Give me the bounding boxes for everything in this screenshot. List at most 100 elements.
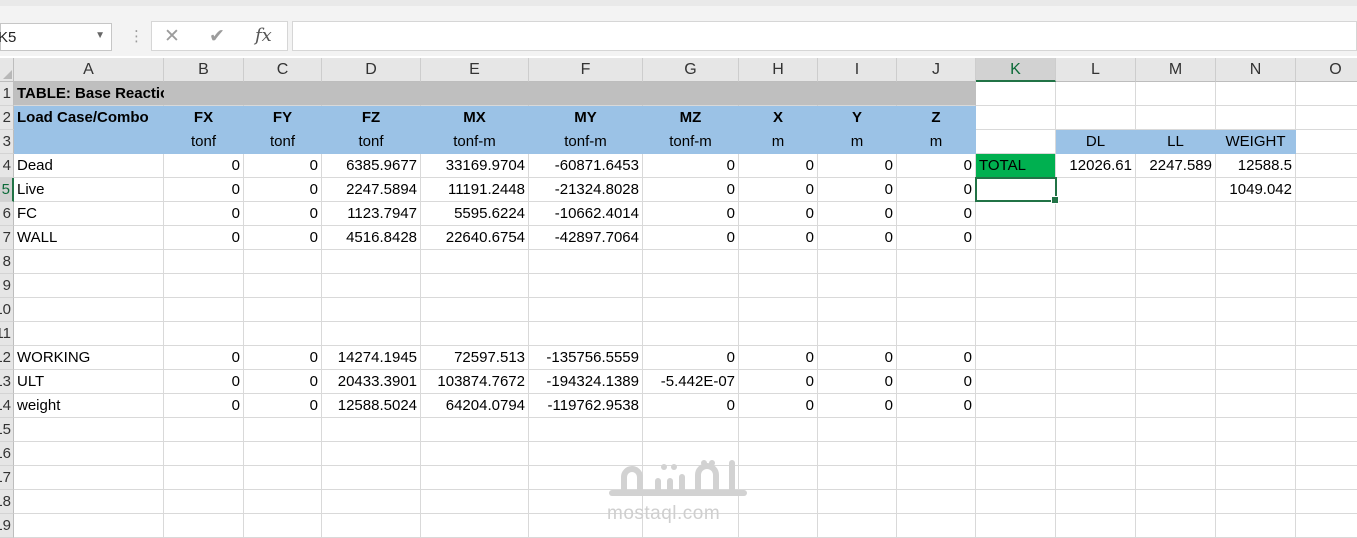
cell[interactable] bbox=[1056, 394, 1136, 418]
select-all-button[interactable] bbox=[0, 58, 14, 82]
cell[interactable] bbox=[1296, 274, 1357, 298]
cell[interactable] bbox=[1136, 514, 1216, 538]
value-cell[interactable]: 0 bbox=[643, 394, 739, 418]
value-cell[interactable]: 0 bbox=[164, 178, 244, 202]
value-cell[interactable]: -135756.5559 bbox=[529, 346, 643, 370]
value-cell[interactable]: 0 bbox=[818, 154, 897, 178]
unit-cell[interactable]: tonf bbox=[164, 130, 244, 154]
cell[interactable] bbox=[976, 82, 1056, 106]
column-header-cell[interactable]: FZ bbox=[322, 106, 421, 130]
cell[interactable] bbox=[164, 490, 244, 514]
value-cell[interactable]: 0 bbox=[244, 202, 322, 226]
row-label-cell[interactable]: Dead bbox=[14, 154, 164, 178]
cell[interactable] bbox=[1056, 466, 1136, 490]
row-header-19[interactable]: 19 bbox=[0, 514, 14, 538]
value-cell[interactable]: 0 bbox=[244, 394, 322, 418]
value-cell[interactable]: 0 bbox=[897, 154, 976, 178]
title-cell[interactable] bbox=[739, 82, 818, 106]
value-cell[interactable]: 0 bbox=[897, 178, 976, 202]
cell[interactable] bbox=[1216, 490, 1296, 514]
column-header-cell[interactable]: MZ bbox=[643, 106, 739, 130]
value-cell[interactable]: 0 bbox=[818, 370, 897, 394]
cell[interactable] bbox=[976, 130, 1056, 154]
cell[interactable] bbox=[322, 442, 421, 466]
unit-cell[interactable]: tonf-m bbox=[421, 130, 529, 154]
value-cell[interactable]: 1123.7947 bbox=[322, 202, 421, 226]
value-cell[interactable]: 0 bbox=[739, 370, 818, 394]
cell[interactable] bbox=[976, 250, 1056, 274]
value-cell[interactable]: 0 bbox=[643, 154, 739, 178]
column-header-cell[interactable]: FY bbox=[244, 106, 322, 130]
row-label-cell[interactable]: Live bbox=[14, 178, 164, 202]
function-icon[interactable]: fx bbox=[255, 25, 272, 46]
cell[interactable] bbox=[976, 370, 1056, 394]
cell[interactable] bbox=[818, 250, 897, 274]
cell[interactable] bbox=[14, 250, 164, 274]
cell[interactable] bbox=[976, 490, 1056, 514]
cell[interactable] bbox=[976, 226, 1056, 250]
value-cell[interactable]: 0 bbox=[739, 202, 818, 226]
cancel-icon[interactable]: ✕ bbox=[164, 25, 180, 48]
cell[interactable] bbox=[1136, 202, 1216, 226]
check-icon[interactable]: ✔ bbox=[209, 25, 225, 48]
value-cell[interactable]: 0 bbox=[643, 202, 739, 226]
cell[interactable] bbox=[1056, 514, 1136, 538]
unit-cell[interactable]: tonf bbox=[244, 130, 322, 154]
cell[interactable] bbox=[643, 298, 739, 322]
cell[interactable] bbox=[818, 514, 897, 538]
cell[interactable] bbox=[739, 322, 818, 346]
cell[interactable] bbox=[818, 322, 897, 346]
cell[interactable] bbox=[1296, 322, 1357, 346]
value-cell[interactable]: -5.442E-07 bbox=[643, 370, 739, 394]
cell[interactable] bbox=[976, 514, 1056, 538]
cell[interactable] bbox=[976, 418, 1056, 442]
cell[interactable] bbox=[421, 250, 529, 274]
cell[interactable] bbox=[1136, 250, 1216, 274]
cell[interactable] bbox=[897, 274, 976, 298]
value-cell[interactable]: 0 bbox=[739, 226, 818, 250]
cell[interactable] bbox=[897, 322, 976, 346]
unit-cell[interactable]: m bbox=[897, 130, 976, 154]
value-cell[interactable]: 0 bbox=[818, 202, 897, 226]
cell[interactable] bbox=[818, 298, 897, 322]
cell[interactable] bbox=[1296, 82, 1357, 106]
value-cell[interactable]: -10662.4014 bbox=[529, 202, 643, 226]
cell[interactable] bbox=[1216, 82, 1296, 106]
column-header-c[interactable]: C bbox=[244, 58, 322, 82]
cell[interactable] bbox=[164, 442, 244, 466]
name-box[interactable]: K5 ▼ bbox=[0, 23, 112, 51]
cell[interactable] bbox=[1216, 322, 1296, 346]
cell[interactable] bbox=[14, 514, 164, 538]
cell[interactable] bbox=[1296, 466, 1357, 490]
value-cell[interactable]: 103874.7672 bbox=[421, 370, 529, 394]
value-cell[interactable]: 22640.6754 bbox=[421, 226, 529, 250]
cell[interactable] bbox=[897, 490, 976, 514]
cell[interactable] bbox=[1296, 346, 1357, 370]
row-header-10[interactable]: 10 bbox=[0, 298, 14, 322]
cell[interactable] bbox=[1296, 298, 1357, 322]
formula-input[interactable] bbox=[292, 21, 1357, 51]
summary-header-cell[interactable]: LL bbox=[1136, 130, 1216, 154]
cell[interactable] bbox=[1056, 298, 1136, 322]
cell[interactable] bbox=[818, 490, 897, 514]
title-cell[interactable] bbox=[818, 82, 897, 106]
value-cell[interactable]: 0 bbox=[164, 154, 244, 178]
cell[interactable] bbox=[14, 298, 164, 322]
table-title[interactable]: TABLE: Base Reactions bbox=[14, 82, 187, 106]
value-cell[interactable]: 12588.5024 bbox=[322, 394, 421, 418]
row-header-17[interactable]: 17 bbox=[0, 466, 14, 490]
cell[interactable] bbox=[322, 418, 421, 442]
cell[interactable] bbox=[1056, 346, 1136, 370]
cell[interactable] bbox=[1216, 466, 1296, 490]
cell[interactable] bbox=[529, 418, 643, 442]
value-cell[interactable]: 72597.513 bbox=[421, 346, 529, 370]
cell[interactable] bbox=[643, 418, 739, 442]
row-header-13[interactable]: 13 bbox=[0, 370, 14, 394]
cell[interactable] bbox=[1296, 250, 1357, 274]
cell[interactable] bbox=[244, 250, 322, 274]
summary-header-cell[interactable]: DL bbox=[1056, 130, 1136, 154]
column-header-o[interactable]: O bbox=[1296, 58, 1357, 82]
cell[interactable] bbox=[739, 250, 818, 274]
column-header-f[interactable]: F bbox=[529, 58, 643, 82]
row-header-12[interactable]: 12 bbox=[0, 346, 14, 370]
